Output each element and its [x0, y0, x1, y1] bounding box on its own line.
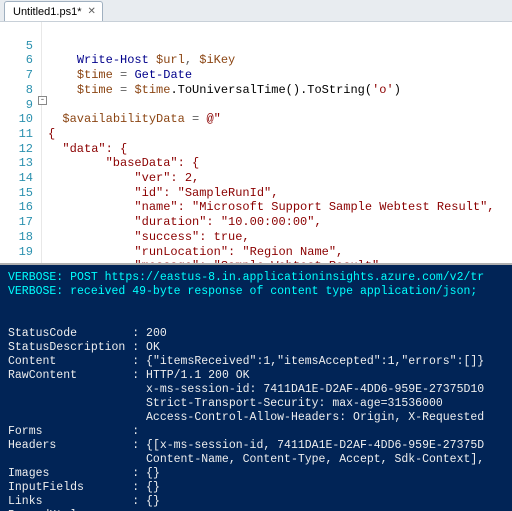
output-value: : [132, 425, 146, 438]
code-line: "runLocation": "Region Name", [48, 245, 343, 259]
fold-icon[interactable]: - [38, 96, 47, 105]
tab-bar: Untitled1.ps1* ✕ [0, 0, 512, 22]
variable: $time [77, 83, 113, 97]
here-string: @" [206, 112, 220, 126]
output-label: Content [8, 355, 132, 368]
output-value: : {"itemsReceived":1,"itemsAccepted":1,"… [132, 355, 484, 368]
variable: $availabilityData [62, 112, 184, 126]
verbose-line: VERBOSE: POST https://eastus-8.in.applic… [8, 271, 484, 284]
output-label: Headers [8, 439, 132, 452]
tab-title: Untitled1.ps1* [13, 6, 82, 18]
variable: $iKey [199, 53, 235, 67]
output-value: : OK [132, 341, 160, 354]
code-line: "success": true, [48, 230, 250, 244]
code-line: "data": { [48, 142, 127, 156]
output-value: Access-Control-Allow-Headers: Origin, X-… [8, 411, 484, 424]
output-value: x-ms-session-id: 7411DA1E-D2AF-4DD6-959E… [8, 383, 484, 396]
output-label: Links [8, 495, 132, 508]
code-line [48, 39, 473, 53]
output-value: Content-Name, Content-Type, Accept, Sdk-… [8, 453, 484, 466]
tab-untitled1[interactable]: Untitled1.ps1* ✕ [4, 1, 103, 21]
output-label: Forms [8, 425, 132, 438]
output-value: : {} [132, 481, 160, 494]
cmdlet: Write-Host [77, 53, 149, 67]
code-line: "duration": "10.00:00:00", [48, 215, 322, 229]
code-line: "baseData": { [48, 156, 199, 170]
code-editor[interactable]: 5 6 7 8 9 10 11 12 13 14 15 16 17 18 19 … [0, 22, 512, 265]
output-label: StatusCode [8, 327, 132, 340]
code-line: "id": "SampleRunId", [48, 186, 278, 200]
output-label: RawContent [8, 369, 132, 382]
cmdlet: Get-Date [134, 68, 192, 82]
line-number-gutter: 5 6 7 8 9 10 11 12 13 14 15 16 17 18 19 [0, 22, 42, 263]
string: 'o' [372, 83, 394, 97]
output-value: : {} [132, 495, 160, 508]
output-label: Images [8, 467, 132, 480]
output-label: StatusDescription [8, 341, 132, 354]
output-label: InputFields [8, 481, 132, 494]
variable: $url [156, 53, 185, 67]
number: 2 [185, 171, 192, 185]
output-value: : {[x-ms-session-id, 7411DA1E-D2AF-4DD6-… [132, 439, 484, 452]
code-line: "ver": [48, 171, 185, 185]
code-line: "name": "Microsoft Support Sample Webtes… [48, 200, 494, 214]
output-value: Strict-Transport-Security: max-age=31536… [8, 397, 443, 410]
member-call: .ToUniversalTime().ToString( [170, 83, 372, 97]
close-icon[interactable]: ✕ [88, 6, 96, 17]
variable: $time [77, 68, 113, 82]
code-area[interactable]: Write-Host $url, $iKey $time = Get-Date … [42, 22, 494, 263]
verbose-line: VERBOSE: received 49-byte response of co… [8, 285, 484, 298]
output-value: : 200 [132, 327, 167, 340]
variable: $time [134, 83, 170, 97]
console-output[interactable]: VERBOSE: POST https://eastus-8.in.applic… [0, 265, 512, 511]
output-value: : HTTP/1.1 200 OK [132, 369, 249, 382]
output-value: : {} [132, 467, 160, 480]
code-line: { [48, 127, 55, 141]
